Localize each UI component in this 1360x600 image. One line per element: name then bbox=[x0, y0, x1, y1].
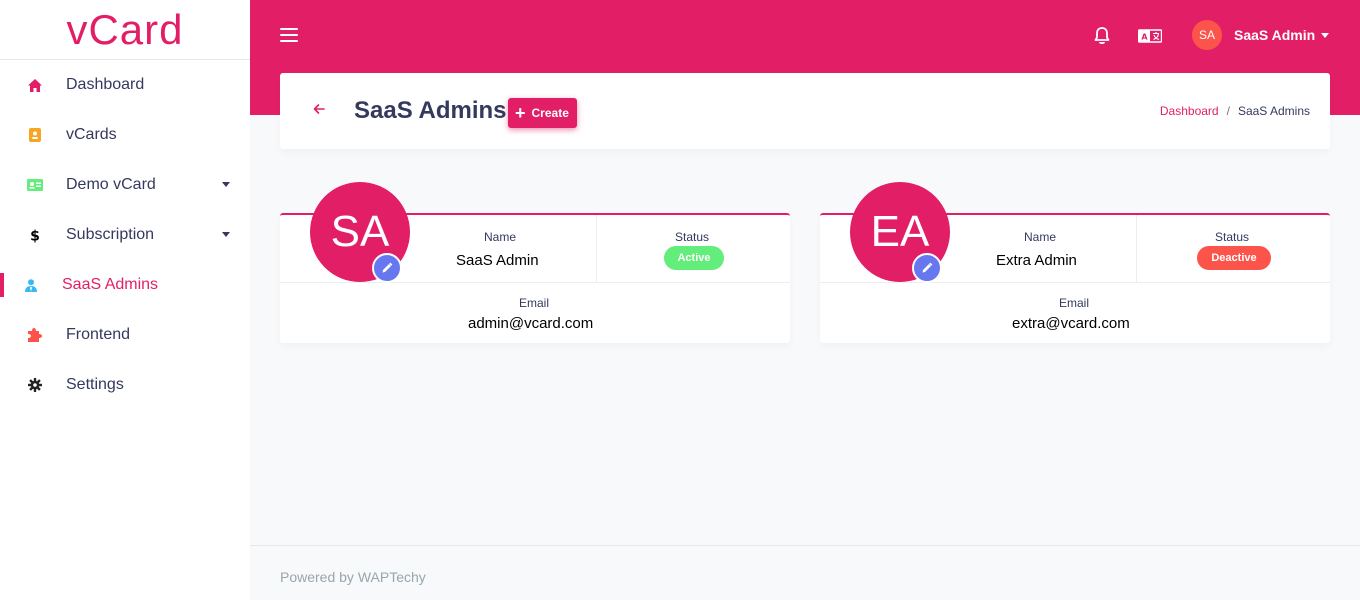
admin-name: SaaS Admin bbox=[456, 252, 539, 269]
page-header: SaaS Admins + Create Dashboard / SaaS Ad… bbox=[280, 73, 1330, 149]
dollar-icon: $ bbox=[27, 227, 43, 243]
sidebar-item-label: Subscription bbox=[66, 226, 155, 243]
footer-text: Powered by WAPTechy bbox=[280, 569, 426, 585]
sidebar-item-demo-vcard[interactable]: Demo vCard bbox=[0, 160, 250, 210]
sidebar-item-label: SaaS Admins bbox=[62, 276, 159, 293]
admin-email: admin@vcard.com bbox=[468, 315, 594, 332]
pencil-icon[interactable] bbox=[372, 253, 402, 283]
status-badge: Deactive bbox=[1197, 246, 1271, 270]
footer: Powered by WAPTechy bbox=[250, 545, 1360, 600]
sidebar-menu: Dashboard vCards Demo vCard $ Subscripti… bbox=[0, 60, 250, 410]
id-card-icon bbox=[27, 177, 43, 193]
user-name: SaaS Admin bbox=[1234, 27, 1316, 43]
breadcrumb: Dashboard / SaaS Admins bbox=[1160, 104, 1310, 118]
gear-icon bbox=[27, 377, 43, 393]
admin-card: Name Extra Admin Status Deactive Email e… bbox=[820, 182, 1330, 343]
chevron-down-icon bbox=[1321, 32, 1330, 38]
home-icon bbox=[27, 77, 43, 93]
sidebar-item-label: Frontend bbox=[66, 326, 131, 343]
svg-text:A: A bbox=[1141, 32, 1148, 41]
email-label: Email bbox=[1059, 296, 1090, 310]
sidebar-item-settings[interactable]: Settings bbox=[0, 360, 250, 410]
sidebar-item-vcards[interactable]: vCards bbox=[0, 110, 250, 160]
admin-email: extra@vcard.com bbox=[1012, 315, 1130, 332]
menu-toggle-icon[interactable] bbox=[280, 28, 298, 42]
id-badge-icon bbox=[27, 127, 43, 143]
avatar: SA bbox=[1192, 20, 1222, 50]
admin-name: Extra Admin bbox=[996, 252, 1077, 269]
pencil-icon[interactable] bbox=[912, 253, 942, 283]
chevron-down-icon bbox=[222, 232, 230, 237]
svg-text:$: $ bbox=[30, 228, 40, 243]
user-tie-icon bbox=[23, 277, 39, 293]
breadcrumb-current: SaaS Admins bbox=[1237, 104, 1310, 118]
sidebar-item-label: vCards bbox=[66, 126, 117, 143]
admin-card: Name SaaS Admin Status Active Email admi… bbox=[280, 182, 790, 343]
back-arrow-icon[interactable] bbox=[312, 102, 326, 116]
sidebar-item-label: Dashboard bbox=[66, 76, 145, 93]
brand-name: vCard bbox=[66, 5, 184, 53]
bell-icon[interactable] bbox=[1092, 26, 1112, 46]
create-button-label: Create bbox=[531, 106, 569, 120]
create-button[interactable]: + Create bbox=[508, 98, 577, 128]
sidebar-item-dashboard[interactable]: Dashboard bbox=[0, 60, 250, 110]
sidebar-item-label: Settings bbox=[66, 376, 124, 393]
name-label: Name bbox=[1024, 230, 1057, 244]
language-icon[interactable]: A bbox=[1137, 27, 1163, 45]
sidebar-item-frontend[interactable]: Frontend bbox=[0, 310, 250, 360]
page-title: SaaS Admins bbox=[354, 97, 507, 124]
chevron-down-icon bbox=[222, 182, 230, 187]
email-label: Email bbox=[519, 296, 550, 310]
user-menu[interactable]: SA SaaS Admin bbox=[1192, 20, 1330, 50]
card-status-col: Status Deactive bbox=[1137, 215, 1330, 283]
status-label: Status bbox=[675, 230, 710, 244]
card-status-col: Status Active bbox=[597, 215, 790, 283]
puzzle-icon bbox=[27, 327, 43, 343]
sidebar: vCard Dashboard vCards Demo vCard $ Subs… bbox=[0, 0, 250, 600]
sidebar-item-saas-admins[interactable]: SaaS Admins bbox=[0, 260, 250, 310]
status-label: Status bbox=[1215, 230, 1250, 244]
sidebar-item-subscription[interactable]: $ Subscription bbox=[0, 210, 250, 260]
plus-icon: + bbox=[515, 103, 526, 123]
breadcrumb-dashboard[interactable]: Dashboard bbox=[1160, 104, 1219, 118]
brand-logo[interactable]: vCard bbox=[0, 0, 250, 60]
sidebar-item-label: Demo vCard bbox=[66, 176, 156, 193]
name-label: Name bbox=[484, 230, 517, 244]
breadcrumb-separator: / bbox=[1226, 104, 1230, 118]
status-badge: Active bbox=[664, 246, 724, 270]
